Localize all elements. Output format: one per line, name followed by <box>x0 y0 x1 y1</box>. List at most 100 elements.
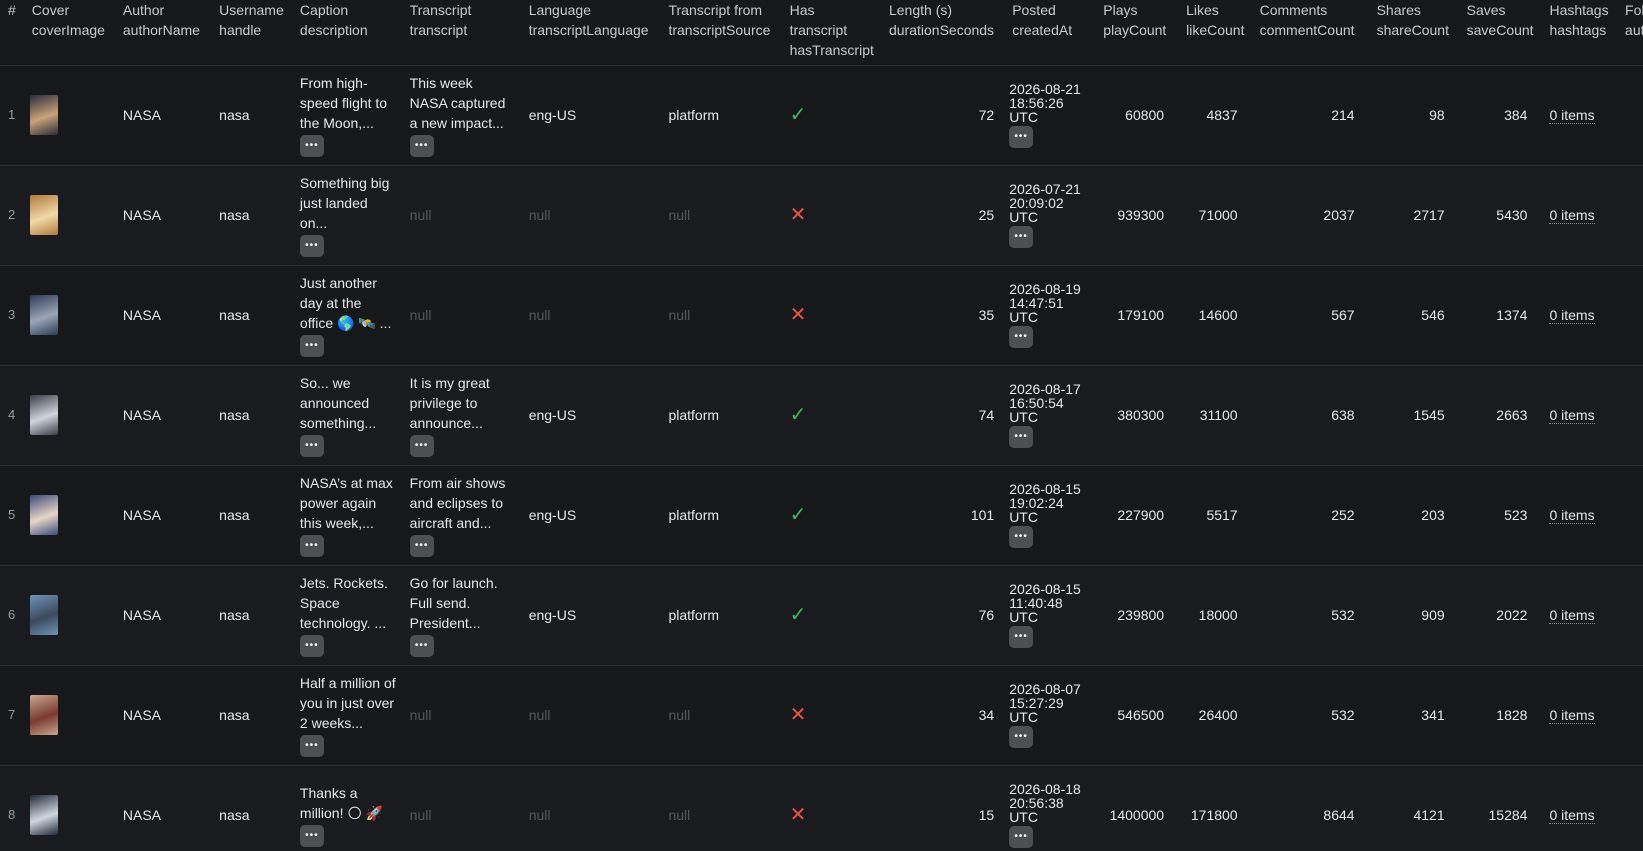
expand-more-button[interactable]: ••• <box>299 335 324 357</box>
shares-value: 341 <box>1421 707 1445 723</box>
hashtags-cell[interactable]: 0 items <box>1541 265 1617 365</box>
likes-cell: 18000 <box>1178 565 1252 665</box>
expand-more-button[interactable]: ••• <box>299 825 324 847</box>
hashtags-link[interactable]: 0 items <box>1549 807 1595 824</box>
column-header-description[interactable]: Caption description <box>291 0 402 66</box>
caption-cell: Half a million of you in just over 2 wee… <box>292 665 402 765</box>
hashtags-cell[interactable]: 0 items <box>1541 565 1617 665</box>
cover-cell[interactable] <box>24 465 115 565</box>
table-row[interactable]: 1 NASA nasa From high-speed flight to the M… <box>0 65 1643 165</box>
transcript-text-wrap: Go for launch. Full send. President... <box>410 573 513 633</box>
cross-icon: ✕ <box>789 303 807 326</box>
cover-thumbnail[interactable] <box>29 795 58 835</box>
hashtags-cell[interactable]: 0 items <box>1541 665 1617 765</box>
expand-more-button[interactable]: ••• <box>409 435 434 457</box>
posted-date: 2026-08-21 18:56:26 UTC ••• <box>1009 82 1095 148</box>
has-transcript-cell: ✓ <box>782 565 881 665</box>
column-header-authorFollo[interactable]: Followers authorFollo <box>1617 0 1643 66</box>
expand-more-button[interactable]: ••• <box>299 635 324 657</box>
cover-thumbnail[interactable] <box>29 395 58 435</box>
expand-more-button[interactable]: ••• <box>299 435 324 457</box>
hashtags-link[interactable]: 0 items <box>1549 307 1595 324</box>
cover-cell[interactable] <box>24 165 115 265</box>
column-header-saveCount[interactable]: Saves saveCount <box>1458 0 1542 66</box>
language-cell: eng-US <box>521 365 661 465</box>
expand-more-button[interactable]: ••• <box>1009 826 1034 848</box>
hashtags-cell[interactable]: 0 items <box>1541 465 1617 565</box>
column-header-authorName[interactable]: Author authorName <box>114 0 212 66</box>
column-header-likeCount[interactable]: Likes likeCount <box>1178 0 1252 66</box>
caption-text: So... we announced something... <box>299 375 377 431</box>
column-header-shareCount[interactable]: Shares shareCount <box>1368 0 1459 66</box>
expand-more-button[interactable]: ••• <box>1009 326 1034 348</box>
column-header-hasTranscript[interactable]: Has transcript hasTranscript <box>781 0 881 66</box>
column-header-coverImage[interactable]: Cover coverImage <box>23 0 115 66</box>
hashtags-cell[interactable]: 0 items <box>1541 65 1617 165</box>
expand-more-button[interactable]: ••• <box>1009 526 1034 548</box>
column-label: Likes <box>1186 2 1219 18</box>
expand-more-button[interactable]: ••• <box>1009 626 1034 648</box>
column-header-transcript[interactable]: Transcript transcript <box>401 0 521 66</box>
column-label: Shares <box>1376 2 1421 18</box>
table-row[interactable]: 5 NASA nasa NASA’s at max power again this … <box>0 465 1643 565</box>
username: nasa <box>219 307 250 323</box>
time-value: 19:02:24 <box>1009 495 1064 511</box>
expand-more-button[interactable]: ••• <box>409 535 434 557</box>
column-header-transcriptLanguage[interactable]: Language transcriptLanguage <box>520 0 661 66</box>
hashtags-link[interactable]: 0 items <box>1549 407 1595 424</box>
expand-more-button[interactable]: ••• <box>1009 126 1034 148</box>
hashtags-link[interactable]: 0 items <box>1549 707 1595 724</box>
column-header-durationSeconds[interactable]: Length (s) durationSeconds <box>880 0 1005 66</box>
table-row[interactable]: 2 NASA nasa Something big just landed on...… <box>0 165 1643 265</box>
column-header-createdAt[interactable]: Posted createdAt <box>1004 0 1096 66</box>
source-cell: platform <box>660 565 781 665</box>
expand-more-button[interactable]: ••• <box>299 235 324 257</box>
table-row[interactable]: 3 NASA nasa Just another day at the office … <box>0 265 1643 365</box>
saves-cell: 15284 <box>1459 765 1542 851</box>
cover-thumbnail[interactable] <box>29 695 58 735</box>
expand-more-button[interactable]: ••• <box>1009 426 1034 448</box>
cover-thumbnail[interactable] <box>29 95 58 135</box>
column-header-playCount[interactable]: Plays playCount <box>1095 0 1179 66</box>
hashtags-link[interactable]: 0 items <box>1549 607 1595 624</box>
cover-cell[interactable] <box>24 365 115 465</box>
column-header-transcriptSource[interactable]: Transcript from transcriptSource <box>660 0 782 66</box>
column-header-index[interactable]: # <box>0 0 24 66</box>
table-row[interactable]: 6 NASA nasa Jets. Rockets. Space technology… <box>0 565 1643 665</box>
cover-cell[interactable] <box>24 665 115 765</box>
expand-more-button[interactable]: ••• <box>299 735 324 757</box>
expand-more-button[interactable]: ••• <box>409 135 434 157</box>
cover-cell[interactable] <box>24 565 115 665</box>
hashtags-cell[interactable]: 0 items <box>1541 165 1617 265</box>
table-row[interactable]: 8 NASA nasa Thanks a million! 🌕 🚀 ••• null nul… <box>0 765 1643 851</box>
cover-thumbnail[interactable] <box>29 195 58 235</box>
column-header-hashtags[interactable]: Hashtags hashtags <box>1541 0 1618 66</box>
saves-value: 384 <box>1504 107 1528 123</box>
cover-cell[interactable] <box>24 65 115 165</box>
expand-more-button[interactable]: ••• <box>409 635 434 657</box>
followers-cell: 120 <box>1617 365 1643 465</box>
column-header-commentCount[interactable]: Comments commentCount <box>1251 0 1369 66</box>
hashtags-link[interactable]: 0 items <box>1549 507 1595 524</box>
hashtags-link[interactable]: 0 items <box>1549 107 1595 124</box>
cover-cell[interactable] <box>24 265 115 365</box>
cover-cell[interactable] <box>24 765 115 851</box>
table-row[interactable]: 7 NASA nasa Half a million of you in just o… <box>0 665 1643 765</box>
followers-cell: 120 <box>1617 565 1643 665</box>
hashtags-cell[interactable]: 0 items <box>1541 365 1617 465</box>
table-row[interactable]: 4 NASA nasa So... we announced something...… <box>0 365 1643 465</box>
hashtags-cell[interactable]: 0 items <box>1541 765 1617 851</box>
column-header-handle[interactable]: Username handle <box>211 0 292 66</box>
expand-more-button[interactable]: ••• <box>1009 226 1034 248</box>
column-label: Saves <box>1466 2 1506 18</box>
expand-more-button[interactable]: ••• <box>1009 726 1034 748</box>
cover-thumbnail[interactable] <box>29 495 58 535</box>
cover-thumbnail[interactable] <box>29 595 58 635</box>
null-value: null <box>528 807 551 823</box>
row-number: 5 <box>8 507 16 522</box>
expand-more-button[interactable]: ••• <box>299 135 324 157</box>
posted-cell: 2026-08-19 14:47:51 UTC ••• <box>1004 265 1095 365</box>
cover-thumbnail[interactable] <box>29 295 58 335</box>
hashtags-link[interactable]: 0 items <box>1549 207 1595 224</box>
expand-more-button[interactable]: ••• <box>299 535 324 557</box>
